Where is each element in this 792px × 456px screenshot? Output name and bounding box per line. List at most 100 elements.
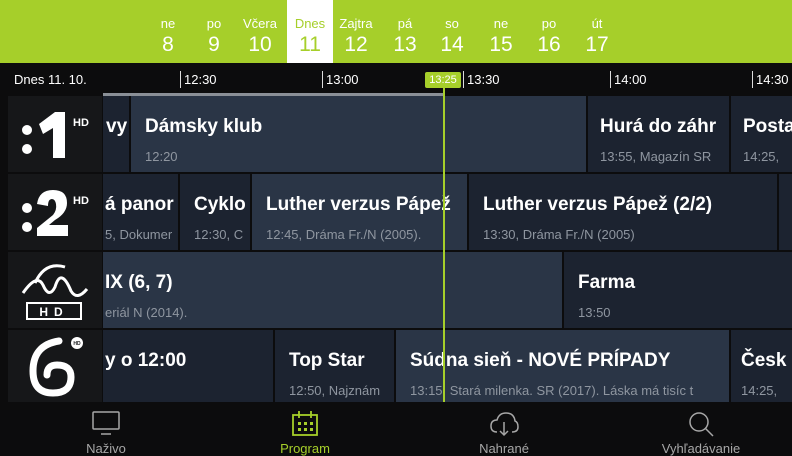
- program-cell[interactable]: Hurá do záhr 13:55, Magazín SR: [588, 96, 729, 172]
- day-weekday: po: [206, 16, 222, 31]
- day-item[interactable]: Včera 10: [239, 0, 281, 63]
- day-number: 12: [344, 33, 368, 56]
- program-title: Súdna sieň - NOVÉ PRÍPADY: [410, 350, 671, 371]
- program-subtitle: 12:20: [145, 149, 178, 164]
- channel-logo-markiza[interactable]: HD: [8, 330, 102, 402]
- program-cell[interactable]: vy P: [103, 96, 129, 172]
- day-number: 15: [489, 33, 513, 56]
- time-tick: 13:30: [463, 71, 500, 88]
- day-weekday: Včera: [243, 16, 277, 31]
- channel-logo-stv2[interactable]: HD: [8, 174, 102, 250]
- day-number: 16: [537, 33, 561, 56]
- markiza-logo-icon: HD: [29, 337, 83, 397]
- program-title: Farma: [578, 272, 636, 293]
- program-cell-live[interactable]: IX (6, 7) eriál N (2014).: [103, 252, 562, 328]
- joj-logo-icon: HD: [21, 264, 89, 320]
- day-weekday: Zajtra: [339, 16, 373, 31]
- tab-search[interactable]: Vyhľadávanie: [641, 402, 761, 455]
- day-number: 17: [585, 33, 609, 56]
- day-item[interactable]: pá 13: [385, 0, 425, 63]
- tab-program[interactable]: Program: [245, 402, 365, 455]
- day-number: 13: [393, 33, 417, 56]
- program-subtitle: 5, Dokumer: [105, 227, 173, 242]
- tab-label: Vyhľadávanie: [661, 441, 741, 456]
- epg-grid: HD vy P Dámsky klub 12:20 Hurá do záhr 13:…: [0, 96, 792, 402]
- program-title: Česk: [741, 350, 787, 371]
- program-subtitle: eriál N (2014).: [105, 305, 188, 320]
- bottom-tab-bar: Naživo Program Nahrané Vyhľadávanie: [0, 402, 792, 455]
- program-cell[interactable]: á panor 5, Dokumer: [103, 174, 178, 250]
- tab-recorded[interactable]: Nahrané: [444, 402, 564, 455]
- program-title: Dámsky klub: [145, 116, 263, 137]
- program-title: Cyklo: [194, 194, 246, 215]
- time-tick: 14:00: [610, 71, 647, 88]
- program-cell[interactable]: Luther verzus Pápež (2/2) 13:30, Dráma Fr…: [469, 174, 777, 250]
- day-number: 9: [208, 33, 220, 56]
- program-cell[interactable]: y o 12:00: [103, 330, 273, 402]
- time-tick: 12:30: [180, 71, 217, 88]
- hd-label: HD: [39, 305, 68, 319]
- timeline-date: Dnes 11. 10.: [14, 72, 87, 87]
- day-item[interactable]: po 16: [529, 0, 569, 63]
- program-cell[interactable]: Česk 14:25,: [731, 330, 792, 402]
- program-cell-live[interactable]: Súdna sieň - NOVÉ PRÍPADY 13:15, Stará mi…: [396, 330, 729, 402]
- day-item-selected[interactable]: Dnes 11: [287, 0, 333, 63]
- program-cell[interactable]: Posta 14:25,: [731, 96, 792, 172]
- program-subtitle: 13:50: [578, 305, 611, 320]
- day-number: 8: [162, 33, 174, 56]
- day-item[interactable]: Zajtra 12: [334, 0, 378, 63]
- program-subtitle: 13:55, Magazín SR: [600, 149, 712, 164]
- program-title: Posta: [743, 116, 792, 137]
- program-cell[interactable]: Farma 13:50: [564, 252, 792, 328]
- day-number: 14: [440, 33, 464, 56]
- tv-icon: [92, 411, 120, 435]
- tab-label: Naživo: [86, 441, 126, 456]
- program-title: Luther verzus Pápež (2/2): [483, 194, 713, 215]
- day-number: 10: [248, 33, 272, 56]
- day-item[interactable]: út 17: [577, 0, 617, 63]
- current-time-line: [443, 84, 445, 402]
- day-item[interactable]: po 9: [193, 0, 235, 63]
- program-subtitle: 13:15, Stará milenka. SR (2017). Láska m…: [410, 383, 694, 398]
- program-subtitle: 12:30, C: [194, 227, 244, 242]
- day-weekday: so: [445, 16, 459, 31]
- program-cell[interactable]: [779, 174, 792, 250]
- day-weekday: út: [591, 16, 603, 31]
- program-title: vy P: [106, 116, 129, 137]
- day-selector: ne 8 po 9 Včera 10 Dnes 11 Zajtra 12 pá 13 so 1…: [0, 0, 792, 63]
- hd-label: HD: [73, 341, 81, 347]
- current-time-badge: 13:25: [425, 72, 461, 88]
- program-subtitle: 13:30, Dráma Fr./N (2005): [483, 227, 635, 242]
- program-cell[interactable]: Cyklo 12:30, C: [180, 174, 250, 250]
- day-item[interactable]: ne 15: [481, 0, 521, 63]
- program-title: á panor: [105, 194, 174, 215]
- program-subtitle: 12:50, Najznám: [289, 383, 381, 398]
- timeline-header: Dnes 11. 10. 12:30 13:00 13:30 14:00 14:…: [0, 63, 792, 95]
- program-subtitle: 14:25,: [743, 149, 780, 164]
- day-weekday: pá: [397, 16, 413, 31]
- day-item[interactable]: so 14: [432, 0, 472, 63]
- search-icon: [689, 412, 714, 437]
- program-cell-live[interactable]: Dámsky klub 12:20: [131, 96, 586, 172]
- day-item[interactable]: ne 8: [147, 0, 189, 63]
- hd-label: HD: [73, 195, 89, 207]
- channel-logo-stv1[interactable]: HD: [8, 96, 102, 172]
- hd-label: HD: [73, 117, 89, 129]
- program-title: y o 12:00: [105, 350, 187, 371]
- cloud-download-icon: [490, 412, 519, 437]
- program-title: Hurá do záhr: [600, 116, 717, 137]
- stv1-logo-icon: HD: [22, 112, 89, 158]
- tab-label: Nahrané: [479, 441, 529, 456]
- channel-logo-joj[interactable]: HD: [8, 252, 102, 328]
- tab-live[interactable]: Naživo: [46, 402, 166, 455]
- program-cell[interactable]: Top Star 12:50, Najznám: [275, 330, 394, 402]
- program-title: Luther verzus Pápež: [266, 194, 451, 215]
- calendar-icon: [292, 411, 318, 436]
- program-cell-live[interactable]: Luther verzus Pápež 12:45, Dráma Fr./N (2…: [252, 174, 467, 250]
- program-subtitle: 14:25,: [741, 383, 778, 398]
- day-weekday: ne: [160, 16, 176, 31]
- program-subtitle: 12:45, Dráma Fr./N (2005).: [266, 227, 422, 242]
- stv2-logo-icon: HD: [22, 190, 89, 236]
- program-title: Top Star: [289, 350, 365, 371]
- time-tick: 14:30: [752, 71, 789, 88]
